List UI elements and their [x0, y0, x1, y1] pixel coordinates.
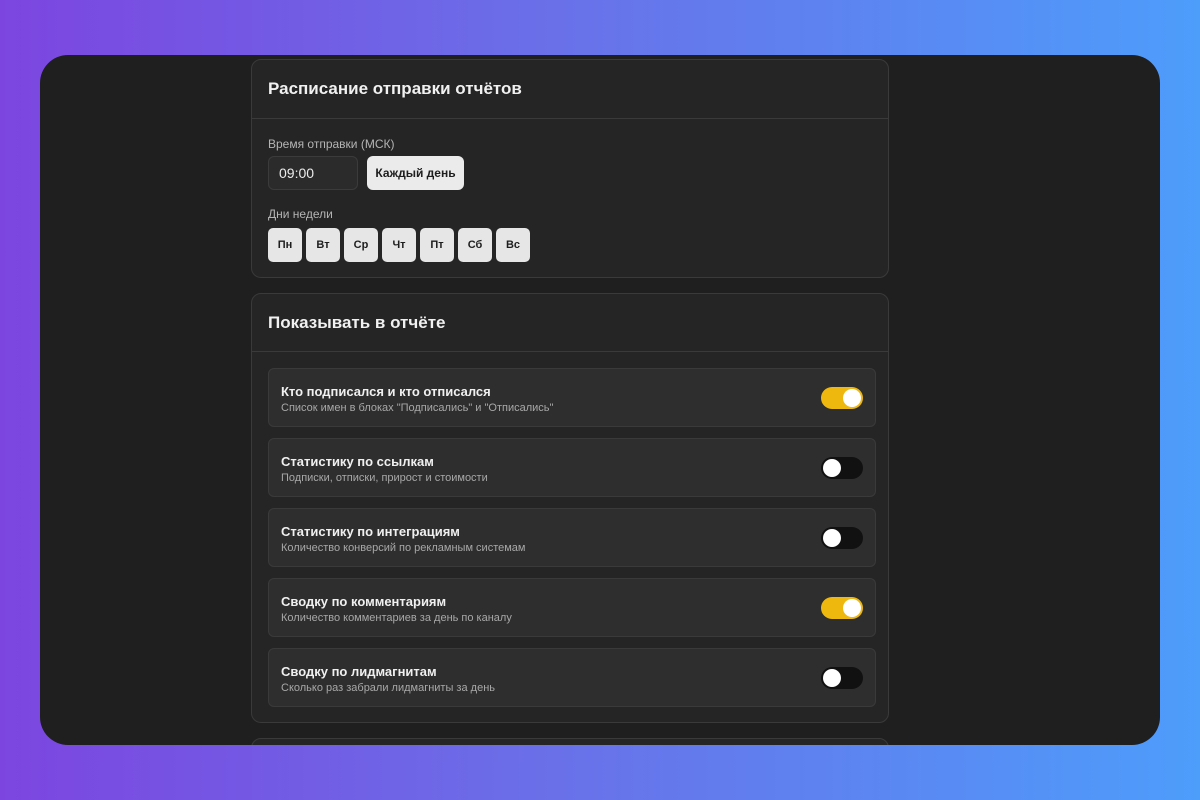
toggle-knob [843, 599, 861, 617]
option-link-stats: Статистику по ссылкам Подписки, отписки,… [268, 438, 876, 497]
option-title: Статистику по ссылкам [281, 454, 434, 469]
option-description: Сколько раз забрали лидмагниты за день [281, 682, 495, 694]
option-description: Подписки, отписки, прирост и стоимости [281, 472, 488, 484]
option-description: Количество конверсий по рекламным систем… [281, 542, 526, 554]
report-options-list: Кто подписался и кто отписался Список им… [268, 368, 876, 718]
toggle-subscribers[interactable] [821, 387, 863, 409]
day-button-sun[interactable]: Вс [496, 228, 530, 262]
schedule-title: Расписание отправки отчётов [252, 60, 888, 119]
toggle-knob [823, 669, 841, 687]
option-description: Количество комментариев за день по канал… [281, 612, 512, 624]
option-title: Статистику по интеграциям [281, 524, 460, 539]
day-button-thu[interactable]: Чт [382, 228, 416, 262]
days-label: Дни недели [268, 207, 333, 221]
option-subscribers: Кто подписался и кто отписался Список им… [268, 368, 876, 427]
toggle-link-stats[interactable] [821, 457, 863, 479]
option-comments-summary: Сводку по комментариям Количество коммен… [268, 578, 876, 637]
everyday-button[interactable]: Каждый день [367, 156, 464, 190]
option-description: Список имен в блоках "Подписались" и "От… [281, 402, 554, 414]
report-title: Показывать в отчёте [252, 294, 888, 352]
day-button-fri[interactable]: Пт [420, 228, 454, 262]
toggle-knob [823, 529, 841, 547]
toggle-knob [843, 389, 861, 407]
toggle-comments-summary[interactable] [821, 597, 863, 619]
day-button-wed[interactable]: Ср [344, 228, 378, 262]
next-card [251, 738, 889, 745]
day-button-mon[interactable]: Пн [268, 228, 302, 262]
toggle-knob [823, 459, 841, 477]
day-button-tue[interactable]: Вт [306, 228, 340, 262]
day-button-sat[interactable]: Сб [458, 228, 492, 262]
weekday-selector: Пн Вт Ср Чт Пт Сб Вс [268, 228, 530, 262]
report-options-card: Показывать в отчёте Кто подписался и кто… [251, 293, 889, 723]
option-integration-stats: Статистику по интеграциям Количество кон… [268, 508, 876, 567]
toggle-leadmagnets-summary[interactable] [821, 667, 863, 689]
option-title: Сводку по комментариям [281, 594, 447, 609]
time-label: Время отправки (МСК) [268, 137, 395, 151]
option-title: Кто подписался и кто отписался [281, 384, 491, 399]
app-window: Расписание отправки отчётов Время отправ… [40, 55, 1160, 745]
schedule-card: Расписание отправки отчётов Время отправ… [251, 59, 889, 278]
option-title: Сводку по лидмагнитам [281, 664, 437, 679]
toggle-integration-stats[interactable] [821, 527, 863, 549]
send-time-input[interactable] [268, 156, 358, 190]
option-leadmagnets-summary: Сводку по лидмагнитам Сколько раз забрал… [268, 648, 876, 707]
